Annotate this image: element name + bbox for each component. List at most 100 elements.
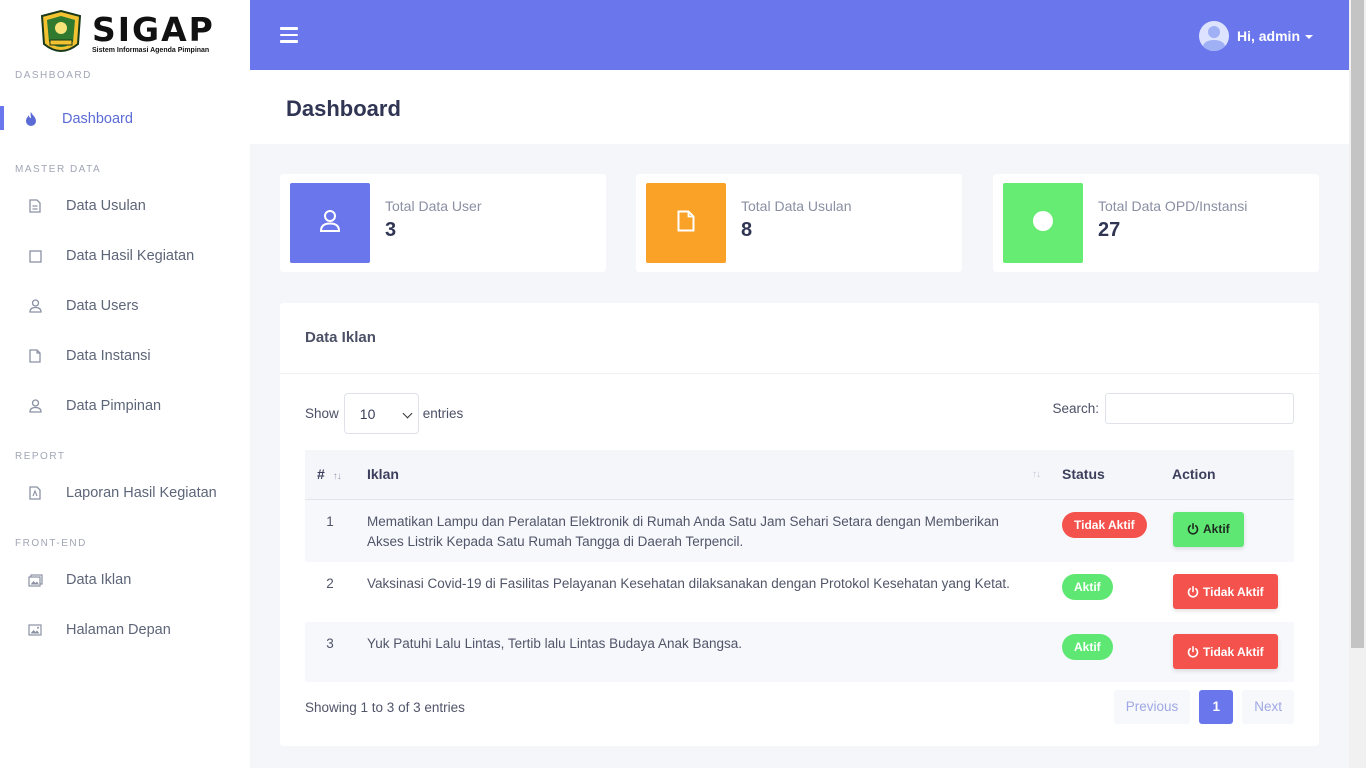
search-label: Search: xyxy=(1052,401,1099,416)
card-title: Data Iklan xyxy=(305,329,376,346)
table-header-row: # ↑↓ Iklan ↑↓ Status Action xyxy=(305,450,1294,500)
document-icon xyxy=(27,198,43,214)
stat-icon-box xyxy=(1003,183,1083,263)
sidebar-item-label: Data Pimpinan xyxy=(66,398,162,414)
table-row: 2 Vaksinasi Covid-19 di Fasilitas Pelaya… xyxy=(305,562,1294,622)
table-row: 3 Yuk Patuhi Lalu Lintas, Tertib lalu Li… xyxy=(305,622,1294,682)
page-size-value: 10 xyxy=(359,405,376,422)
status-badge: Tidak Aktif xyxy=(1062,511,1147,538)
sidebar-item-data-pimpinan[interactable]: Data Pimpinan xyxy=(0,381,250,431)
status-badge: Aktif xyxy=(1062,634,1113,660)
iklan-table: # ↑↓ Iklan ↑↓ Status Action 1 Mematikan La… xyxy=(305,450,1294,682)
sort-icon: ↑↓ xyxy=(1032,469,1041,480)
sidebar-item-laporan-hasil-kegiatan[interactable]: Laporan Hasil Kegiatan xyxy=(0,468,250,518)
user-greeting: Hi, admin xyxy=(1236,28,1300,44)
stat-value: 27 xyxy=(1098,219,1121,241)
brand-title: SIGAP xyxy=(92,9,215,49)
brand-subtitle: Sistem Informasi Agenda Pimpinan xyxy=(92,46,210,54)
page-header: Dashboard xyxy=(250,70,1349,144)
table-info: Showing 1 to 3 of 3 entries xyxy=(305,700,465,715)
pdf-file-icon xyxy=(27,485,43,501)
activate-button[interactable]: Aktif xyxy=(1173,511,1244,547)
table-row: 1 Mematikan Lampu dan Peralatan Elektron… xyxy=(305,499,1294,562)
table-search: Search: xyxy=(1052,393,1294,424)
sidebar: SIGAP Sistem Informasi Agenda Pimpinan D… xyxy=(0,0,250,768)
show-label: Show xyxy=(305,406,339,421)
nav-header-front-end: FRONT-END xyxy=(15,538,87,549)
user-icon xyxy=(319,209,341,238)
stat-value: 8 xyxy=(741,219,753,241)
stat-icon-box xyxy=(646,183,726,263)
power-icon xyxy=(1187,645,1199,658)
hamburger-menu-icon[interactable] xyxy=(280,27,298,43)
circle-icon xyxy=(1032,210,1054,237)
sidebar-item-label: Data Instansi xyxy=(66,348,151,364)
sidebar-item-label: Data Usulan xyxy=(66,198,146,214)
user-menu-dropdown[interactable]: Hi, admin xyxy=(1198,21,1313,51)
avatar xyxy=(1198,21,1229,51)
row-iklan-text: Mematikan Lampu dan Peralatan Elektronik… xyxy=(367,513,999,549)
stat-card-total-instansi: Total Data OPD/Instansi 27 xyxy=(993,174,1319,272)
topbar: Hi, admin xyxy=(250,0,1349,70)
stat-label: Total Data OPD/Instansi xyxy=(1098,198,1248,214)
sidebar-item-label: Laporan Hasil Kegiatan xyxy=(66,485,217,501)
pagination: Previous 1 Next xyxy=(1113,690,1294,724)
stat-label: Total Data User xyxy=(385,198,482,214)
page-scrollbar[interactable] xyxy=(1349,0,1366,768)
square-icon xyxy=(27,248,43,264)
column-header-status[interactable]: Status xyxy=(1050,450,1160,500)
entries-label: entries xyxy=(422,406,464,421)
page-title: Dashboard xyxy=(286,96,401,121)
file-icon xyxy=(27,348,43,364)
sidebar-item-data-users[interactable]: Data Users xyxy=(0,281,250,331)
show-entries-control: Show 10 entries xyxy=(305,393,463,434)
chevron-down-icon xyxy=(402,408,413,419)
nav-header-dashboard: DASHBOARD xyxy=(15,70,92,81)
brand[interactable]: SIGAP Sistem Informasi Agenda Pimpinan xyxy=(0,0,250,68)
deactivate-button[interactable]: Tidak Aktif xyxy=(1173,634,1278,669)
pagination-next[interactable]: Next xyxy=(1242,690,1294,724)
nav-header-report: REPORT xyxy=(15,451,66,462)
user-icon xyxy=(27,298,43,314)
sidebar-item-dashboard[interactable]: Dashboard xyxy=(0,94,250,144)
status-badge: Aktif xyxy=(1062,574,1113,600)
stat-card-total-usulan: Total Data Usulan 8 xyxy=(636,174,962,272)
pagination-page-1[interactable]: 1 xyxy=(1199,690,1234,724)
user-icon xyxy=(27,398,43,414)
sort-ascending-icon: ↑↓ xyxy=(332,471,342,483)
card-divider xyxy=(280,373,1319,374)
power-icon xyxy=(1187,585,1199,598)
row-number: 3 xyxy=(326,636,334,651)
sidebar-item-data-hasil-kegiatan[interactable]: Data Hasil Kegiatan xyxy=(0,231,250,281)
sidebar-item-label: Data Users xyxy=(66,298,139,314)
column-header-action[interactable]: Action xyxy=(1160,450,1294,500)
brand-logo-icon xyxy=(38,9,84,58)
row-iklan-text: Vaksinasi Covid-19 di Fasilitas Pelayana… xyxy=(367,576,1010,591)
sidebar-item-data-usulan[interactable]: Data Usulan xyxy=(0,181,250,231)
nav-header-master-data: MASTER DATA xyxy=(15,164,102,175)
stat-label: Total Data Usulan xyxy=(741,198,852,214)
page-size-select[interactable]: 10 xyxy=(343,393,419,434)
image-icon xyxy=(27,622,43,638)
sidebar-item-halaman-depan[interactable]: Halaman Depan xyxy=(0,605,250,655)
column-header-iklan[interactable]: Iklan ↑↓ xyxy=(355,450,1050,500)
sidebar-item-label: Dashboard xyxy=(62,111,133,127)
stat-icon-box xyxy=(290,183,370,263)
sidebar-item-label: Data Iklan xyxy=(66,572,132,588)
sidebar-item-label: Data Hasil Kegiatan xyxy=(66,248,195,264)
row-number: 2 xyxy=(326,576,334,591)
sidebar-item-label: Halaman Depan xyxy=(66,622,171,638)
column-header-number[interactable]: # ↑↓ xyxy=(305,450,355,500)
sidebar-item-data-instansi[interactable]: Data Instansi xyxy=(0,331,250,381)
fire-icon xyxy=(23,111,39,127)
file-icon xyxy=(677,210,695,237)
sidebar-item-data-iklan[interactable]: Data Iklan xyxy=(0,555,250,605)
search-input[interactable] xyxy=(1105,393,1294,424)
stat-card-total-user: Total Data User 3 xyxy=(280,174,606,272)
caret-down-icon xyxy=(1305,34,1313,39)
images-icon xyxy=(27,572,43,588)
deactivate-button[interactable]: Tidak Aktif xyxy=(1173,574,1278,609)
power-icon xyxy=(1187,523,1199,535)
row-iklan-text: Yuk Patuhi Lalu Lintas, Tertib lalu Lint… xyxy=(367,636,743,651)
pagination-previous[interactable]: Previous xyxy=(1113,690,1191,724)
